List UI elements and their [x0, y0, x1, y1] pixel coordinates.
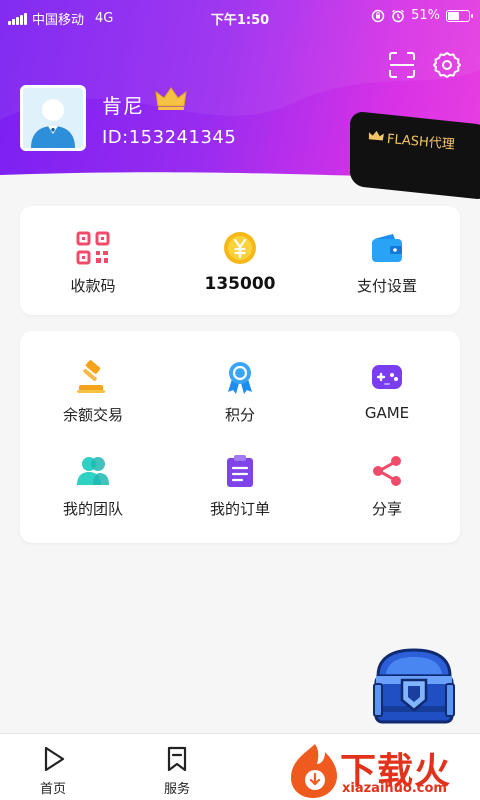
- points-button[interactable]: 积分: [167, 359, 313, 425]
- gavel-icon: [77, 360, 105, 393]
- tab-home[interactable]: 首页: [23, 744, 83, 797]
- my-team-button[interactable]: 我的团队: [20, 453, 166, 519]
- receive-code-button[interactable]: 收款码: [20, 230, 166, 296]
- play-icon: [44, 746, 65, 772]
- rotation-lock-icon: [371, 9, 385, 22]
- scan-icon[interactable]: [387, 50, 417, 80]
- agent-badge: [350, 110, 480, 201]
- status-bar: 中国移动 4G 下午1:50 51%: [0, 0, 480, 34]
- watermark-url: xiazaihuo.com: [342, 781, 447, 796]
- profile-page: 中国移动 4G 下午1:50 51% 肯尼 ID:153241345 FLASH…: [0, 0, 480, 800]
- share-icon: [373, 456, 401, 486]
- crown-icon: [155, 87, 187, 110]
- my-orders-label: 我的订单: [209, 500, 270, 518]
- wallet-card: 收款码 135000 支付设置: [20, 206, 460, 315]
- user-name: 肯尼: [102, 94, 144, 118]
- share-label: 分享: [371, 500, 402, 518]
- gamepad-icon: [372, 365, 402, 389]
- team-icon: [77, 457, 109, 485]
- balance-trade-label: 余额交易: [62, 406, 123, 424]
- my-team-label: 我的团队: [62, 500, 123, 518]
- bookmark-icon: [167, 746, 187, 772]
- qr-code-icon: [76, 231, 110, 265]
- treasure-chest-icon[interactable]: [368, 640, 460, 732]
- game-label: GAME: [364, 404, 410, 422]
- game-button[interactable]: GAME: [314, 359, 460, 422]
- my-orders-button[interactable]: 我的订单: [167, 453, 313, 519]
- tab-services-label: 服务: [163, 782, 190, 797]
- avatar-image: [23, 88, 83, 148]
- settings-icon[interactable]: [432, 50, 462, 80]
- coin-icon: [224, 232, 256, 264]
- battery-icon: [446, 9, 473, 22]
- avatar[interactable]: [20, 85, 86, 151]
- balance-trade-button[interactable]: 余额交易: [20, 359, 166, 425]
- balance-button[interactable]: 135000: [167, 230, 313, 294]
- payment-settings-button[interactable]: 支付设置: [314, 230, 460, 296]
- receive-code-label: 收款码: [70, 277, 116, 295]
- points-label: 积分: [224, 406, 255, 424]
- balance-amount: 135000: [204, 274, 276, 294]
- tab-home-label: 首页: [39, 782, 66, 797]
- battery-percent: 51%: [411, 8, 440, 23]
- share-button[interactable]: 分享: [314, 453, 460, 519]
- menu-card: 余额交易 积分 GAME 我的团队 我的订单 分享: [20, 331, 460, 543]
- tab-services[interactable]: 服务: [147, 744, 207, 797]
- badge-crown-icon: [368, 130, 384, 141]
- user-id: ID:153241345: [102, 127, 237, 148]
- wallet-icon: [372, 234, 402, 262]
- medal-icon: [228, 362, 252, 394]
- clipboard-icon: [227, 455, 253, 487]
- payment-settings-label: 支付设置: [356, 277, 417, 295]
- alarm-icon: [392, 9, 405, 22]
